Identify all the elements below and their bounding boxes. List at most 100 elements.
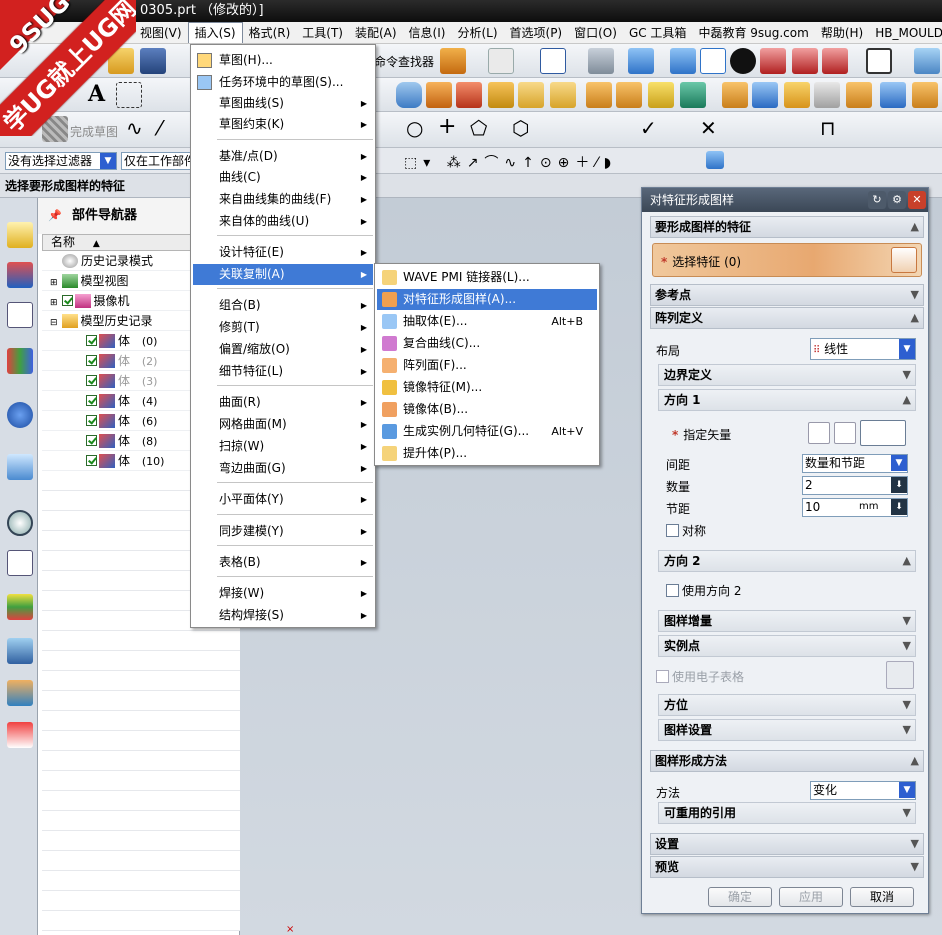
assembly-navigator-icon[interactable] xyxy=(7,222,33,248)
insert-menu-item[interactable]: 结构焊接(S) ▶ xyxy=(193,605,373,626)
text-tool-icon[interactable]: A xyxy=(88,81,105,107)
cube-view-icon[interactable] xyxy=(628,48,654,74)
menu-item[interactable]: HB_MOULD M xyxy=(869,22,942,43)
insert-menu-item[interactable]: 关联复制(A) ▶ xyxy=(193,264,373,285)
wireframe-icon[interactable] xyxy=(700,48,726,74)
insert-menu-item[interactable]: 修剪(T) ▶ xyxy=(193,317,373,338)
visible-checkbox[interactable] xyxy=(86,395,97,406)
section-preview[interactable]: 预览 ▼ xyxy=(650,856,924,878)
chevron-down-icon[interactable]: ▼ xyxy=(911,857,919,877)
layer-icon[interactable] xyxy=(914,48,940,74)
constraint-navigator-icon[interactable] xyxy=(7,262,33,288)
snap-point-icons[interactable]: ⬚▾ ⁂↗⌒∿↑⊙⊕＋⁄◗ xyxy=(404,152,617,172)
insert-menu-item[interactable]: 组合(B) ▶ xyxy=(193,295,373,316)
history-icon[interactable] xyxy=(7,510,33,536)
visible-checkbox[interactable] xyxy=(86,335,97,346)
visible-checkbox[interactable] xyxy=(86,455,97,466)
method-combo[interactable]: 变化 ▼ xyxy=(810,781,916,800)
chevron-down-icon[interactable]: ▼ xyxy=(903,611,911,631)
associative-copy-item[interactable]: 对特征形成图样(A)... xyxy=(377,289,597,310)
cancel-button[interactable]: 取消 xyxy=(850,887,914,907)
associative-copy-item[interactable]: WAVE PMI 链接器(L)... xyxy=(377,267,597,288)
menu-item[interactable]: 工具(T) xyxy=(296,22,349,43)
associative-copy-item[interactable]: 生成实例几何特征(G)... Alt+V xyxy=(377,421,597,442)
web-browser-icon[interactable] xyxy=(7,454,33,480)
subsection-reusable-references[interactable]: 可重用的引用 ▼ xyxy=(658,802,916,824)
chevron-down-icon[interactable]: ▼ xyxy=(903,803,911,823)
offset-face-icon[interactable] xyxy=(722,82,748,108)
command-finder-label[interactable]: 命令查找器 xyxy=(374,53,434,70)
associative-copy-item[interactable]: 抽取体(E)... Alt+B xyxy=(377,311,597,332)
menu-item[interactable]: 中磊教育 9sug.com xyxy=(692,22,814,43)
subsection-orientation[interactable]: 方位 ▼ xyxy=(658,694,916,716)
blend-icon[interactable] xyxy=(586,82,612,108)
pitch-input[interactable]: 10 mm ⬇ xyxy=(802,498,908,517)
scope-combo[interactable]: 仅在工作部件 xyxy=(121,152,193,170)
render-style-icon[interactable] xyxy=(730,48,756,74)
select-feature-row[interactable]: * 选择特征 (0) xyxy=(652,243,922,277)
reset-icon[interactable]: ↻ xyxy=(868,191,886,209)
subsection-instance-point[interactable]: 实例点 ▼ xyxy=(658,635,916,657)
associative-copy-item[interactable]: 镜像特征(M)... xyxy=(377,377,597,398)
chevron-down-icon[interactable]: ▼ xyxy=(903,695,911,715)
trim-curve-icon[interactable]: ✓ xyxy=(640,116,657,140)
chevron-down-icon[interactable]: ▼ xyxy=(903,720,911,740)
symmetric-checkbox[interactable]: 对称 xyxy=(666,522,706,539)
point-icon[interactable]: + xyxy=(438,114,456,139)
roles-icon[interactable] xyxy=(7,680,33,706)
ok-button[interactable]: 确定 xyxy=(708,887,772,907)
insert-menu-item[interactable]: 扫掠(W) ▶ xyxy=(193,436,373,457)
expand-icon[interactable]: ⊞ xyxy=(50,298,58,308)
insert-menu-item[interactable]: 小平面体(Y) ▶ xyxy=(193,489,373,510)
insert-menu-item[interactable]: 基准/点(D) ▶ xyxy=(193,146,373,167)
layout-combo[interactable]: ⠿ 线性 ▼ xyxy=(810,338,916,360)
associative-copy-item[interactable]: 复合曲线(C)... xyxy=(377,333,597,354)
insert-menu-item[interactable]: 设计特征(E) ▶ xyxy=(193,242,373,263)
thicken-icon[interactable] xyxy=(880,82,906,108)
part-color-icon[interactable] xyxy=(822,48,848,74)
insert-menu-item[interactable]: 表格(B) ▶ xyxy=(193,552,373,573)
menu-item[interactable]: 分析(L) xyxy=(451,22,503,43)
system-materials-icon[interactable] xyxy=(7,638,33,664)
select-feature-button[interactable] xyxy=(891,247,917,273)
split-body-icon[interactable] xyxy=(784,82,810,108)
chevron-up-icon[interactable]: ▲ xyxy=(911,308,919,328)
dimension-icon[interactable]: ✕ xyxy=(700,116,717,140)
menu-item[interactable]: 格式(R) xyxy=(243,22,297,43)
chevron-down-icon[interactable]: ▼ xyxy=(911,834,919,854)
use-direction-2-checkbox[interactable]: 使用方向 2 xyxy=(666,582,741,599)
associative-copy-item[interactable]: 阵列面(F)... xyxy=(377,355,597,376)
reuse-library-icon[interactable] xyxy=(7,348,33,374)
insert-menu-item[interactable]: 同步建模(Y) ▶ xyxy=(193,521,373,542)
insert-menu-item[interactable]: 细节特征(L) ▶ xyxy=(193,361,373,382)
menu-item[interactable]: 装配(A) xyxy=(349,22,403,43)
process-studio-icon[interactable] xyxy=(7,550,33,576)
unite-icon[interactable] xyxy=(912,82,938,108)
subsection-direction-1[interactable]: 方向 1 ▲ xyxy=(658,389,916,411)
vector-clear-icon[interactable] xyxy=(808,422,830,444)
vector-reverse-icon[interactable] xyxy=(834,422,856,444)
visible-checkbox[interactable] xyxy=(61,295,73,306)
chevron-up-icon[interactable]: ▲ xyxy=(911,751,919,771)
gear-icon[interactable]: ⚙ xyxy=(888,191,906,209)
menu-item[interactable]: 窗口(O) xyxy=(568,22,623,43)
menu-item[interactable]: 首选项(P) xyxy=(504,22,569,43)
vector-constructor-icon[interactable] xyxy=(860,420,906,446)
finish-sketch-icon[interactable] xyxy=(42,116,68,142)
constraint-icon[interactable]: ⊓ xyxy=(820,116,836,140)
symmetric-checkbox-box[interactable] xyxy=(666,524,679,537)
extrude-icon[interactable] xyxy=(426,82,452,108)
associative-copy-item[interactable]: 提升体(P)... xyxy=(377,443,597,464)
section-array-definition[interactable]: 阵列定义 ▲ xyxy=(650,307,924,329)
insert-menu-item[interactable]: 焊接(W) ▶ xyxy=(193,583,373,604)
chamfer-icon[interactable] xyxy=(616,82,642,108)
insert-menu-item[interactable]: 曲线(C) ▶ xyxy=(193,167,373,188)
finish-sketch-label[interactable]: 完成草图 xyxy=(70,123,118,140)
chevron-down-icon[interactable]: ▼ xyxy=(903,636,911,656)
chevron-down-icon[interactable]: ▼ xyxy=(891,455,907,471)
insert-menu-item[interactable]: 偏置/缩放(O) ▶ xyxy=(193,339,373,360)
navigator-pin-icon[interactable]: 📌 xyxy=(48,198,62,234)
cube-front-icon[interactable] xyxy=(670,48,696,74)
system-scene-icon[interactable] xyxy=(7,722,33,748)
chevron-up-icon[interactable]: ▲ xyxy=(911,217,919,237)
